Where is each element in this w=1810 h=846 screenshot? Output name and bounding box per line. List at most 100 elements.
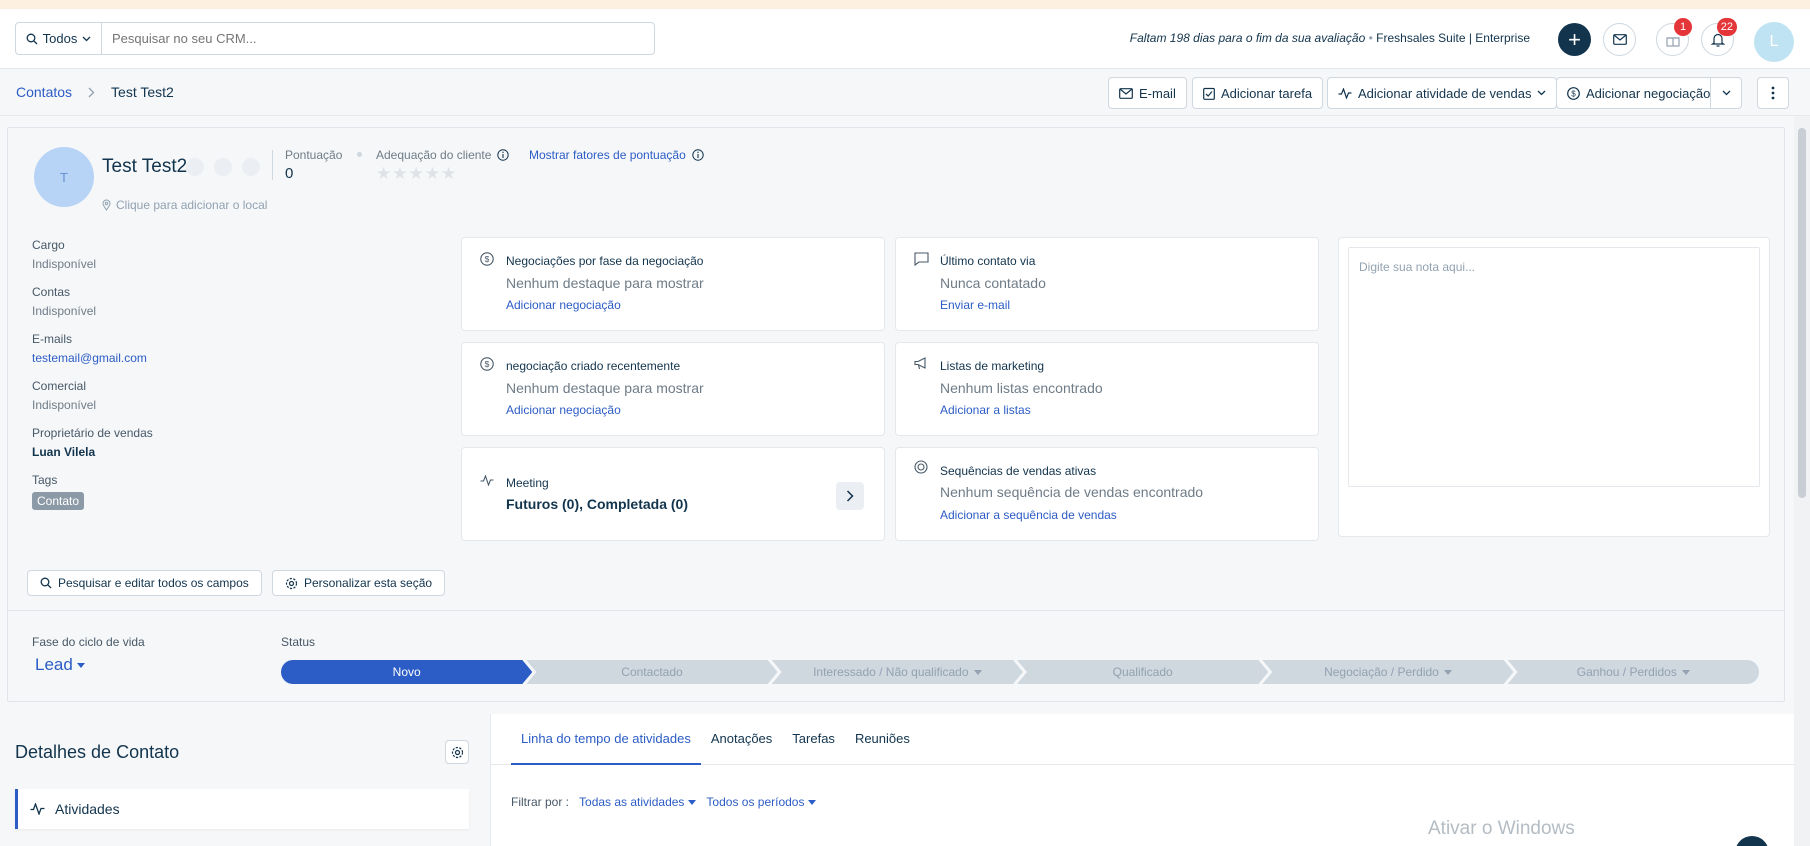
product-plan-link[interactable]: Freshsales Suite | Enterprise [1376, 31, 1530, 45]
add-deal-button[interactable]: $ Adicionar negociação [1556, 77, 1722, 109]
updates-badge: 1 [1674, 18, 1692, 36]
contact-details-title: Detalhes de Contato [15, 742, 180, 762]
add-sales-activity-button[interactable]: Adicionar atividade de vendas [1327, 77, 1558, 109]
lifecycle-section: Fase do ciclo de vida Lead Status Novo C… [8, 610, 1784, 702]
filter-periods-dropdown[interactable]: Todos os períodos [706, 795, 817, 809]
note-textarea[interactable]: Digite sua nota aqui... [1348, 247, 1760, 487]
sidebar-item-label: Atividades [55, 801, 120, 817]
contact-fields: Cargo Indisponível Contas Indisponível E… [32, 238, 452, 524]
add-deal-link[interactable]: Adicionar negociação [506, 298, 621, 312]
page-scrollbar[interactable] [1794, 116, 1810, 846]
status-stage-won-lost[interactable]: Ganhou / Perdidos [1507, 660, 1759, 684]
search-scope-label: Todos [42, 31, 78, 46]
social-profile-icon[interactable] [214, 158, 232, 176]
chevron-down-icon [1537, 90, 1546, 96]
add-sequence-link[interactable]: Adicionar a sequência de vendas [940, 508, 1117, 522]
sidebar-item-activities[interactable]: Atividades [15, 789, 469, 829]
status-stage-contacted[interactable]: Contactado [526, 660, 777, 684]
gear-icon [285, 577, 298, 590]
meeting-counts: Futuros (0), Completada (0) [506, 496, 689, 512]
field-label: Cargo [32, 238, 65, 252]
user-avatar[interactable]: L [1754, 22, 1794, 62]
add-deal-link[interactable]: Adicionar negociação [506, 403, 621, 417]
field-value[interactable]: Indisponível [32, 304, 452, 318]
status-stage-new[interactable]: Novo [281, 660, 532, 684]
widget-title: Meeting [506, 476, 549, 490]
filter-activities-dropdown[interactable]: Todas as atividades [579, 795, 697, 809]
field-value[interactable]: Indisponível [32, 257, 452, 271]
customize-section-button[interactable]: Personalizar esta seção [272, 570, 446, 596]
caret-down-icon [1444, 670, 1452, 675]
status-stage-negotiation[interactable]: Negociação / Perdido [1262, 660, 1513, 684]
status-stage-interested[interactable]: Interessado / Não qualificado [772, 660, 1023, 684]
updates-button[interactable]: 1 [1656, 18, 1692, 56]
mail-icon [1612, 34, 1627, 45]
info-icon[interactable] [497, 149, 510, 161]
task-check-icon [1203, 87, 1215, 100]
svg-text:$: $ [1571, 89, 1576, 98]
tag-chip[interactable]: Contato [32, 492, 85, 510]
lifecycle-stage-dropdown[interactable]: Lead [35, 655, 85, 675]
tab-tasks[interactable]: Tarefas [782, 714, 845, 765]
stage-label: Contactado [621, 665, 683, 679]
score-label: Pontuação [285, 148, 343, 162]
field-value[interactable]: Luan Vilela [32, 445, 452, 459]
social-profile-icon[interactable] [186, 158, 204, 176]
social-profile-icon[interactable] [242, 158, 260, 176]
dollar-circle-icon: $ [1567, 86, 1580, 100]
send-email-link[interactable]: Enviar e-mail [940, 298, 1010, 312]
trial-banner-strip [0, 0, 1810, 9]
search-input[interactable] [102, 23, 654, 54]
email-button[interactable]: E-mail [1108, 77, 1187, 109]
widget-title: Sequências de vendas ativas [940, 464, 1097, 478]
add-to-lists-link[interactable]: Adicionar a listas [940, 403, 1031, 417]
widget-body: Nunca contatado [940, 275, 1046, 291]
field-tags: Tags Contato [32, 473, 452, 510]
contact-avatar[interactable]: T [34, 147, 94, 207]
stage-label: Ganhou / Perdidos [1576, 665, 1677, 679]
search-edit-fields-button[interactable]: Pesquisar e editar todos os campos [27, 570, 262, 596]
field-label: Contas [32, 285, 71, 299]
status-stage-qualified[interactable]: Qualificado [1017, 660, 1268, 684]
scrollbar-thumb[interactable] [1798, 128, 1806, 498]
stage-label: Novo [392, 665, 421, 679]
quick-add-button[interactable]: + [1558, 23, 1591, 56]
widget-body: Nenhum destaque para mostrar [506, 380, 704, 396]
tab-notes[interactable]: Anotações [701, 714, 782, 765]
add-task-button[interactable]: Adicionar tarefa [1192, 77, 1324, 109]
meeting-expand-button[interactable] [836, 482, 864, 510]
show-score-factors-label: Mostrar fatores de pontuação [529, 148, 686, 162]
filter-label: Filtrar por : [511, 795, 570, 809]
svg-text:$: $ [485, 254, 490, 264]
field-value[interactable]: Indisponível [32, 398, 452, 412]
more-options-button[interactable] [1757, 77, 1789, 109]
global-search: Todos [15, 22, 655, 55]
activity-pulse-icon [480, 474, 494, 489]
location-pin-icon [102, 199, 111, 211]
field-value-email[interactable]: testemail@gmail.com [32, 351, 452, 365]
notifications-button[interactable]: 22 [1701, 18, 1737, 56]
add-location-link[interactable]: Clique para adicionar o local [102, 198, 267, 212]
activity-panel: Linha do tempo de atividades Anotações T… [490, 714, 1794, 846]
widget-body: Nenhum destaque para mostrar [506, 275, 704, 291]
breadcrumb-contacts-link[interactable]: Contatos [16, 84, 72, 100]
contact-details-settings-button[interactable] [445, 740, 469, 764]
windows-activation-watermark: Ativar o Windows [1428, 818, 1575, 839]
show-score-factors-link[interactable]: Mostrar fatores de pontuação [529, 148, 704, 162]
tab-activity-timeline[interactable]: Linha do tempo de atividades [511, 714, 701, 765]
contact-name[interactable]: Test Test2 [102, 156, 187, 178]
breadcrumb: Contatos Test Test2 [16, 84, 174, 100]
add-deal-dropdown-button[interactable] [1710, 77, 1742, 109]
status-pipeline: Novo Contactado Interessado / Não qualif… [281, 660, 1759, 684]
activity-filter-row: Filtrar por : Todas as atividades Todos … [511, 795, 817, 809]
widget-last-contact: Último contato via Nunca contatado Envia… [895, 237, 1319, 331]
field-emails: E-mails testemail@gmail.com [32, 332, 452, 365]
search-scope-dropdown[interactable]: Todos [16, 23, 102, 54]
dollar-circle-icon: $ [480, 252, 494, 269]
chevron-right-icon [88, 87, 95, 98]
tab-meetings[interactable]: Reuniões [845, 714, 920, 765]
caret-down-icon [808, 799, 817, 805]
widget-deals-by-stage: $ Negociações por fase da negociação Nen… [461, 237, 885, 331]
caret-down-icon [688, 799, 697, 805]
inbox-button[interactable] [1603, 23, 1636, 56]
